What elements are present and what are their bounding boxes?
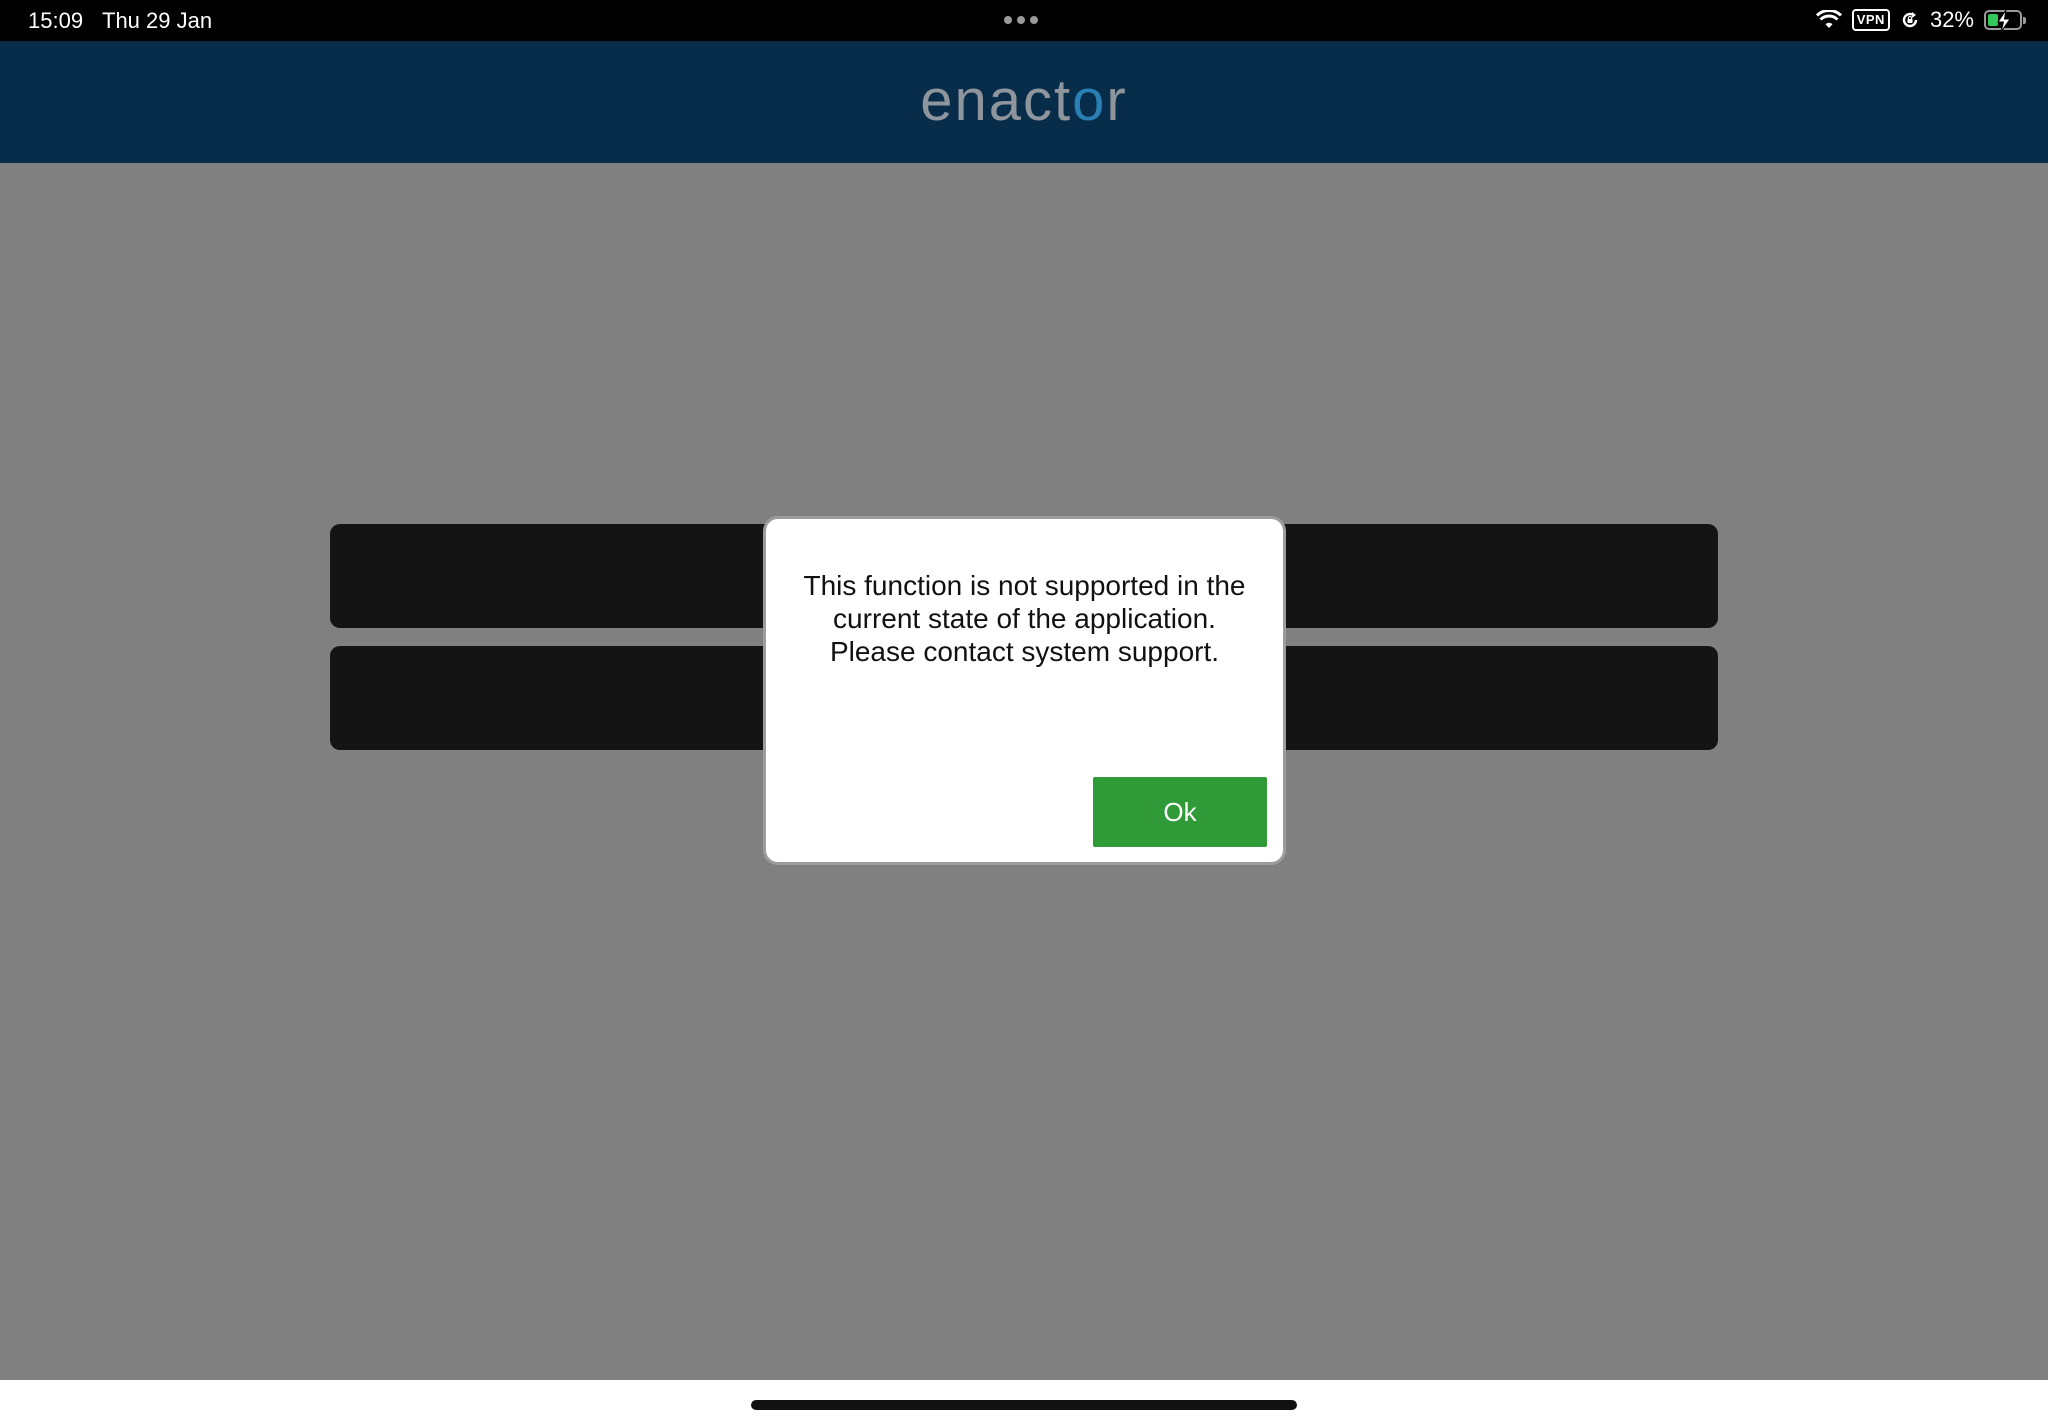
dialog-message: This function is not supported in the cu… — [803, 570, 1246, 667]
status-time: 15:09 — [28, 8, 84, 33]
enactor-logo: enactor — [920, 68, 1128, 133]
home-area — [0, 1380, 2048, 1423]
battery-percent: 32% — [1929, 7, 1974, 32]
wifi-icon — [1815, 10, 1842, 28]
multitasking-dots-icon[interactable] — [1004, 16, 1038, 24]
status-bar: 15:09 Thu 29 Jan VPN 32% — [0, 0, 2048, 41]
home-indicator[interactable] — [751, 1400, 1297, 1410]
status-indicators: VPN 32% — [1815, 6, 2026, 34]
vpn-badge: VPN — [1851, 9, 1890, 31]
orientation-lock-icon — [1902, 12, 1918, 28]
battery-icon — [1984, 9, 2026, 33]
alert-dialog: This function is not supported in the cu… — [766, 519, 1283, 862]
app-header: enactor — [0, 41, 2048, 163]
ok-button[interactable]: Ok — [1093, 777, 1267, 847]
status-date: Thu 29 Jan — [102, 8, 213, 33]
